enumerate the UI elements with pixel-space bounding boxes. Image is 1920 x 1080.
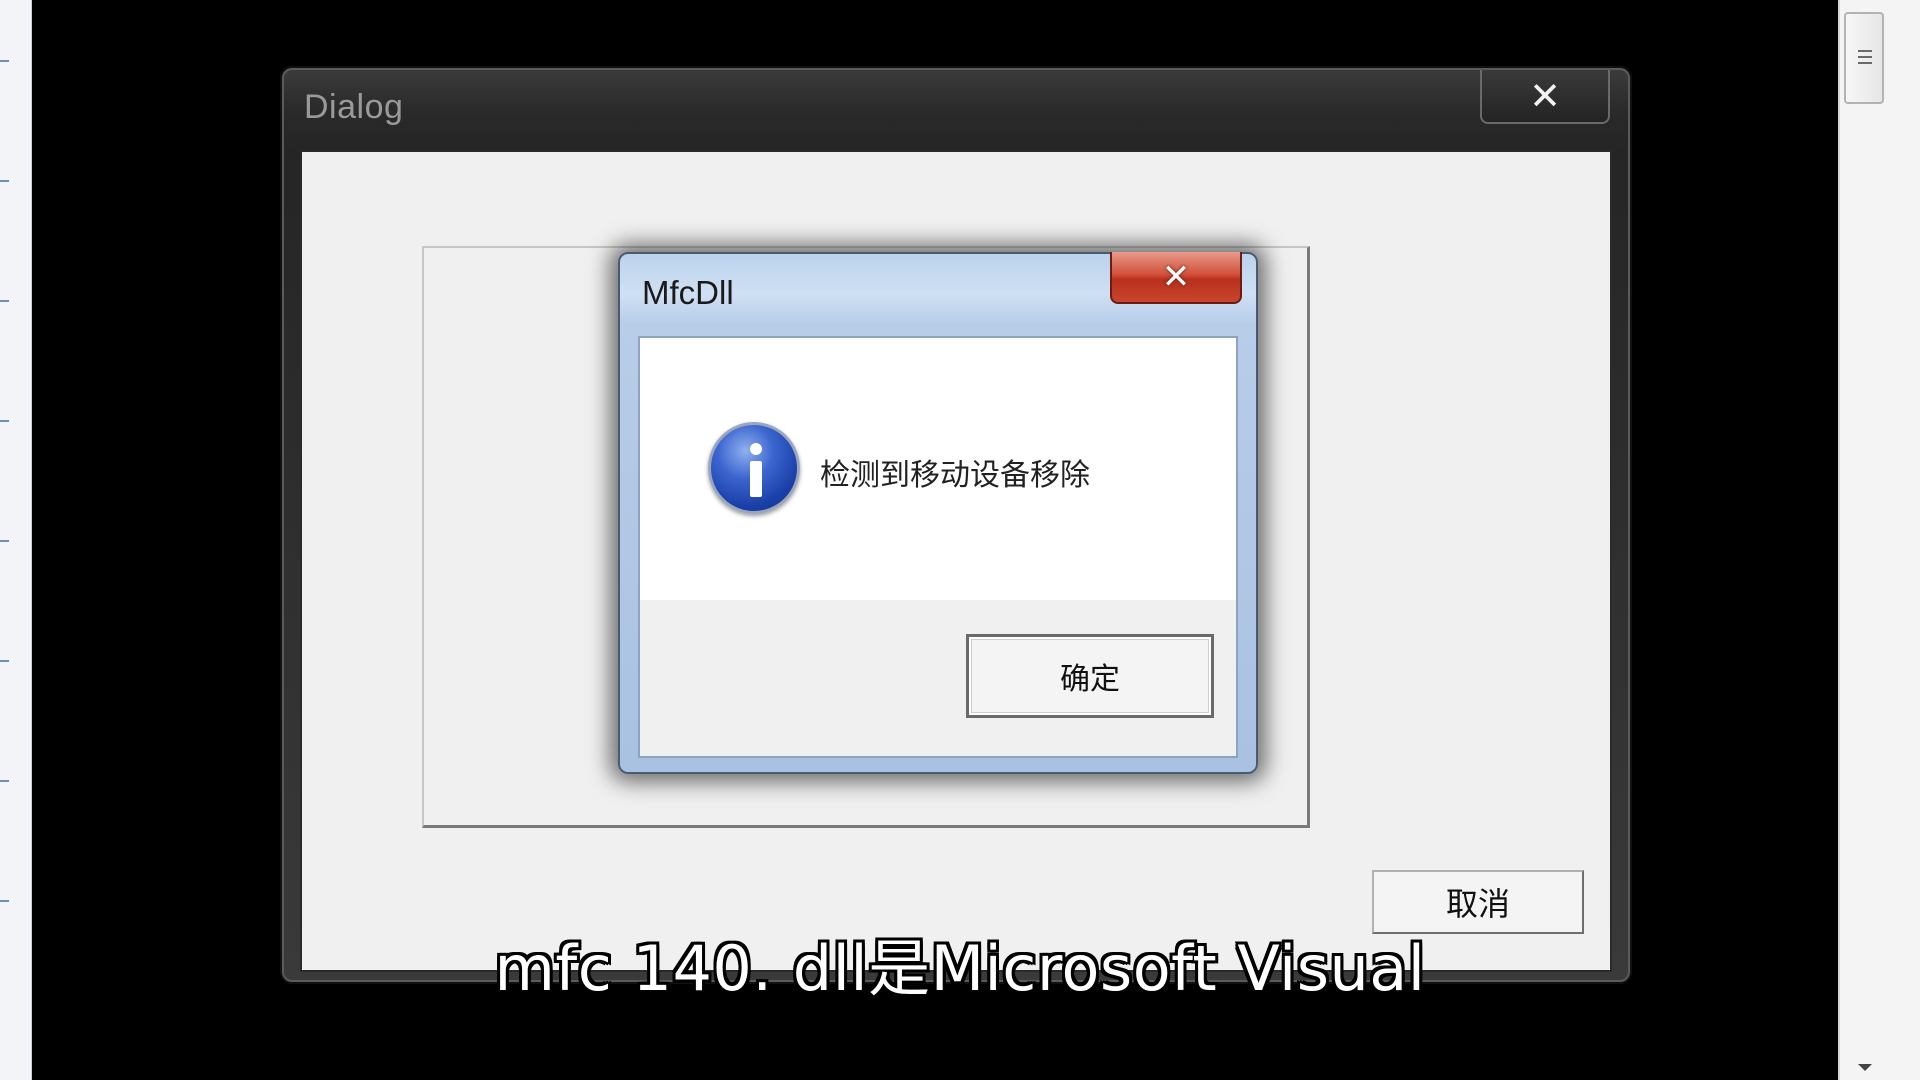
message-area: 检测到移动设备移除 — [640, 338, 1236, 600]
ok-button[interactable]: 确定 — [966, 634, 1214, 718]
video-subtitle: mfc 140. dll是Microsoft Visual — [494, 932, 1426, 1005]
close-icon: ✕ — [1161, 257, 1191, 297]
scroll-down-arrow-icon[interactable] — [1858, 1064, 1872, 1071]
message-box-window: MfcDll ✕ 检测到移动设备移除 确定 — [618, 252, 1258, 774]
message-text: 检测到移动设备移除 — [820, 458, 1090, 493]
screen: Dialog ✕ 取消 MfcDll ✕ 检测到移动设备移除 确定 mfc 14… — [0, 0, 1920, 1080]
message-box-title: MfcDll — [642, 274, 734, 311]
message-box-close-button[interactable]: ✕ — [1110, 252, 1242, 304]
close-icon: ✕ — [1529, 74, 1561, 118]
message-box-client-area: 检测到移动设备移除 确定 — [638, 336, 1238, 758]
dialog-close-button[interactable]: ✕ — [1480, 70, 1610, 124]
dialog-title: Dialog — [304, 88, 404, 126]
info-icon — [708, 422, 800, 514]
scrollbar-thumb[interactable] — [1844, 12, 1884, 104]
